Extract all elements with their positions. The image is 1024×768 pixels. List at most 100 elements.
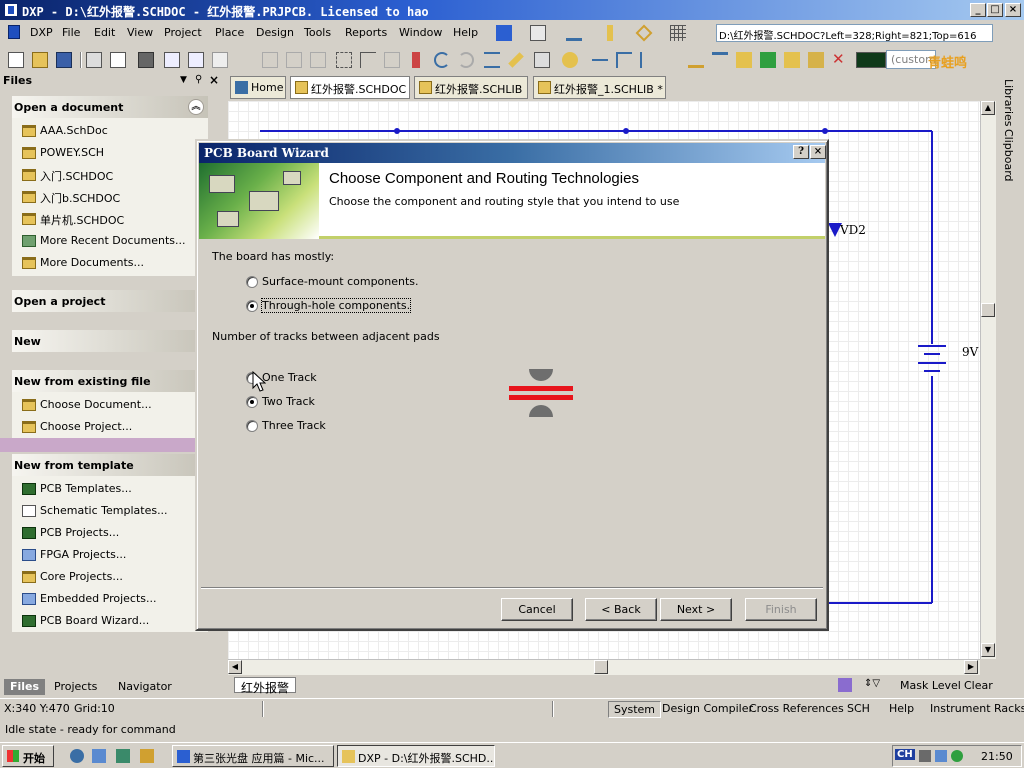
through-hole-label[interactable]: Through-hole components. (260, 298, 412, 313)
select-area-icon[interactable] (336, 52, 352, 68)
filter-icon[interactable]: ⇕▽ (864, 678, 880, 689)
new-file-icon[interactable] (8, 52, 24, 68)
probe-icon[interactable] (607, 25, 613, 41)
copy-icon[interactable] (262, 52, 278, 68)
sheet-symbol-icon[interactable] (760, 52, 776, 68)
radio-three-track[interactable] (246, 420, 258, 432)
menu-place[interactable]: Place (215, 26, 244, 39)
menu-view[interactable]: View (127, 26, 153, 39)
section-new-from-existing[interactable]: New from existing file (12, 370, 208, 392)
embedded-projects[interactable]: Embedded Projects... (22, 590, 156, 608)
scroll-left-icon[interactable]: ◀ (228, 660, 242, 674)
layers-icon[interactable] (138, 52, 154, 68)
zoom-selected-icon[interactable] (212, 52, 228, 68)
panel-system[interactable]: System (608, 701, 662, 718)
section-new-from-template[interactable]: New from template (12, 454, 208, 476)
surface-mount-label[interactable]: Surface-mount components. (262, 275, 419, 288)
tab-clipboard[interactable]: Clipboard (1002, 129, 1015, 182)
help-icon[interactable] (562, 52, 578, 68)
start-button[interactable]: 开始 (2, 745, 54, 767)
three-track-label[interactable]: Three Track (262, 419, 326, 432)
document-path-field[interactable]: D:\红外报警.SCHDOC?Left=328;Right=821;Top=61… (716, 24, 993, 42)
radio-through-hole[interactable] (246, 300, 258, 312)
undo-icon[interactable] (434, 52, 450, 68)
menu-project[interactable]: Project (164, 26, 202, 39)
network-tray-icon[interactable] (935, 750, 947, 762)
scroll-down-icon[interactable]: ▼ (981, 643, 995, 657)
cross-probe-icon[interactable] (508, 52, 524, 68)
print-icon[interactable] (86, 52, 102, 68)
fpga-projects[interactable]: FPGA Projects... (22, 546, 126, 564)
menu-help[interactable]: Help (453, 26, 478, 39)
save-icon[interactable] (56, 52, 72, 68)
close-window-button[interactable]: × (1005, 3, 1021, 17)
power-ground-icon[interactable] (688, 52, 704, 68)
bus-entry-icon[interactable] (640, 52, 656, 68)
panel-cross-references[interactable]: Cross References (749, 702, 844, 715)
tab-home[interactable]: Home (230, 76, 286, 99)
tab-schlib-1[interactable]: 红外报警_1.SCHLIB * (533, 76, 666, 99)
schematic-templates[interactable]: Schematic Templates... (22, 502, 168, 520)
section-new[interactable]: New (12, 330, 208, 352)
section-open-project[interactable]: Open a project (12, 290, 208, 312)
recent-doc-mcu[interactable]: 单片机.SCHDOC (22, 210, 124, 228)
menu-file[interactable]: File (62, 26, 80, 39)
pencil-icon[interactable] (496, 25, 512, 41)
panel-instrument-racks[interactable]: Instrument Racks (930, 702, 1024, 715)
scroll-up-icon[interactable]: ▲ (981, 101, 995, 115)
tab-schdoc[interactable]: 红外报警.SCHDOC (290, 76, 410, 99)
one-track-label[interactable]: One Track (262, 371, 317, 384)
keyboard-tray-icon[interactable] (919, 750, 931, 762)
tab-files[interactable]: Files (4, 679, 46, 695)
back-button[interactable]: < Back (585, 598, 657, 621)
horizontal-scrollbar[interactable]: ◀ ▶ (228, 659, 980, 675)
tab-navigator[interactable]: Navigator (112, 679, 178, 695)
cancel-button[interactable]: Cancel (501, 598, 573, 621)
choose-document[interactable]: Choose Document... (22, 396, 152, 414)
dxp-menu-icon[interactable] (8, 25, 20, 39)
browse-library-icon[interactable] (534, 52, 550, 68)
menu-design[interactable]: Design (256, 26, 294, 39)
dialog-close-button[interactable]: × (810, 145, 826, 159)
clear-button[interactable]: Clear (964, 679, 993, 692)
maximize-button[interactable]: □ (987, 3, 1003, 17)
hierarchy-icon[interactable] (484, 52, 500, 68)
grid-icon[interactable] (670, 25, 686, 41)
next-button[interactable]: Next > (660, 598, 732, 621)
menu-dxp[interactable]: DXP (30, 26, 53, 39)
scroll-thumb-horizontal[interactable] (594, 660, 608, 674)
panel-help[interactable]: Help (889, 702, 914, 715)
scroll-thumb-vertical[interactable] (981, 303, 995, 317)
app-quicklaunch-icon[interactable] (140, 749, 154, 763)
task-dxp[interactable]: DXP - D:\红外报警.SCHD... (337, 745, 495, 767)
pcb-board-wizard[interactable]: PCB Board Wizard... (22, 612, 149, 630)
outlook-quicklaunch-icon[interactable] (92, 749, 106, 763)
zoom-area-icon[interactable] (188, 52, 204, 68)
rubber-stamp-icon[interactable] (310, 52, 326, 68)
menu-reports[interactable]: Reports (345, 26, 387, 39)
radio-two-track[interactable] (246, 396, 258, 408)
tab-libraries[interactable]: Libraries (1002, 79, 1015, 127)
sheet-tab[interactable]: 红外报警 (234, 677, 297, 695)
radio-surface-mount[interactable] (246, 276, 258, 288)
panel-menu-icon[interactable]: ▼ (180, 75, 187, 85)
ground-icon[interactable] (566, 25, 582, 41)
more-documents[interactable]: More Documents... (22, 254, 144, 272)
tab-projects[interactable]: Projects (48, 679, 103, 695)
wire-icon[interactable] (592, 59, 608, 61)
menu-tools[interactable]: Tools (304, 26, 331, 39)
mask-level-button[interactable]: Mask Level (900, 679, 961, 692)
diamond-icon[interactable] (635, 24, 653, 42)
align-icon[interactable] (530, 25, 546, 41)
net-label-icon[interactable] (664, 52, 680, 68)
security-tray-icon[interactable] (951, 750, 963, 762)
task-word-document[interactable]: 第三张光盘 应用篇 - Mic... (172, 745, 334, 767)
sheet-entry-icon[interactable] (784, 52, 800, 68)
panel-design-compiler[interactable]: Design Compiler (662, 702, 753, 715)
dialog-help-button[interactable]: ? (793, 145, 809, 159)
vcc-power-icon[interactable] (712, 52, 728, 68)
vertical-scrollbar[interactable]: ▲ ▼ (980, 101, 996, 659)
section-open-document[interactable]: Open a document ︽ (12, 96, 208, 118)
more-recent-documents[interactable]: More Recent Documents... (22, 232, 186, 250)
desktop-quicklaunch-icon[interactable] (116, 749, 130, 763)
